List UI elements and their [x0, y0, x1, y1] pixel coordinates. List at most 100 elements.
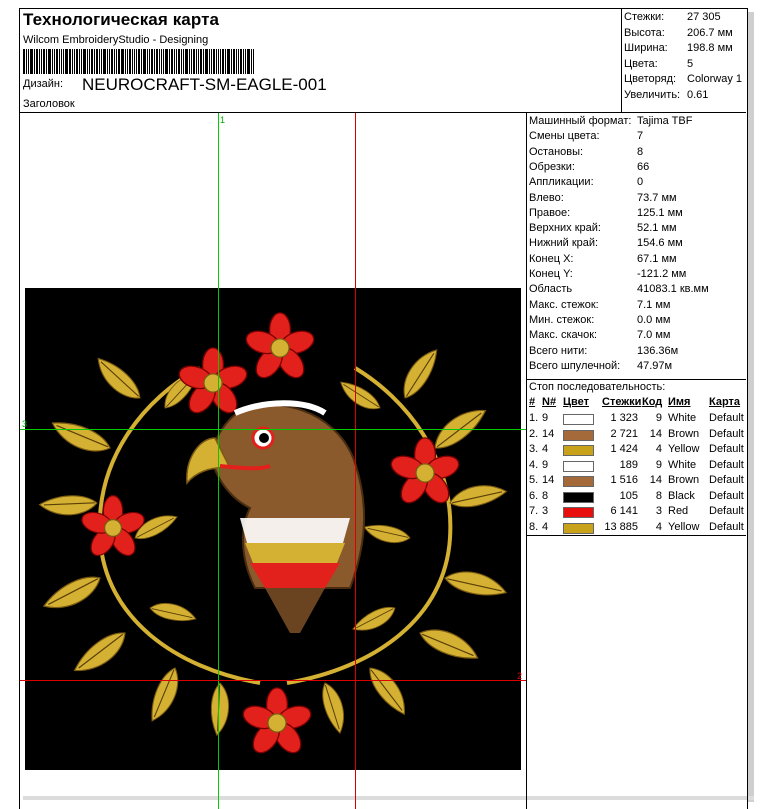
stat-label: Всего шпулечной: — [529, 359, 621, 372]
page-title: Технологическая карта — [23, 10, 220, 29]
design-label: Дизайн: — [23, 78, 64, 90]
stat-label: Всего нити: — [529, 344, 588, 357]
stop-num: 4. — [529, 458, 539, 471]
stat-value: -121.2 мм — [637, 268, 687, 280]
stat-value: 154.6 мм — [637, 237, 683, 250]
stop-name: Brown — [668, 427, 700, 440]
stat-row: Нижний край: 154.6 мм — [527, 237, 746, 252]
design-preview: 1 2 3 — [20, 113, 527, 809]
stat-label: Обрезки: — [529, 160, 575, 173]
stop-chart: Default — [709, 427, 744, 440]
stop-needle: 9 — [542, 458, 549, 471]
stat-label: Правое: — [529, 206, 571, 219]
stop-stitches: 105 — [619, 489, 638, 502]
stat-row: Область 41083.1 кв.мм — [527, 283, 746, 298]
stat-row: Всего шпулечной: 47.97м — [527, 360, 746, 375]
stat-value: 7.1 мм — [637, 298, 671, 311]
color-swatch — [563, 507, 594, 518]
stop-needle: 8 — [542, 489, 549, 502]
col-n: N# — [542, 396, 557, 408]
barcode — [23, 49, 255, 74]
stat-row: Аппликации: 0 — [527, 176, 746, 191]
stop-num: 5. — [529, 474, 539, 486]
stat-label: Область — [529, 283, 573, 296]
worksheet-page: Технологическая карта Wilcom EmbroideryS… — [19, 8, 748, 809]
stop-code: 14 — [649, 427, 662, 440]
stop-stitches: 13 885 — [604, 520, 638, 533]
stop-name: Black — [668, 489, 695, 502]
stat-row: Всего нити: 136.36м — [527, 345, 746, 360]
stat-label: Конец Y: — [529, 268, 573, 280]
page-shadow-right — [748, 12, 754, 802]
stat-row: Машинный формат: Tajima TBF — [527, 115, 746, 130]
info-value: Colorway 1 — [687, 73, 743, 85]
stat-row: Конец X: 67.1 мм — [527, 253, 746, 268]
stop-row: 4. 9 189 9 White Default — [527, 459, 746, 474]
stop-sequence: Стоп последовательность: # N# Цвет Стежк… — [527, 379, 746, 536]
stat-label: Остановы: — [529, 145, 584, 158]
info-label: Цветоряд: — [624, 73, 677, 85]
stop-needle: 9 — [542, 412, 549, 424]
stop-chart: Default — [709, 520, 744, 533]
stop-chart: Default — [709, 443, 744, 455]
stop-chart: Default — [709, 505, 744, 517]
info-label: Цвета: — [624, 57, 658, 70]
stop-stitches: 1 424 — [610, 443, 638, 455]
stat-value: 136.36м — [637, 344, 679, 357]
stop-chart: Default — [709, 474, 744, 486]
info-value: 206.7 мм — [687, 26, 733, 39]
stop-num: 2. — [529, 427, 539, 440]
guide-marker-1: 1 — [220, 115, 226, 125]
stop-code: 8 — [655, 489, 662, 502]
stat-row: Обрезки: 66 — [527, 161, 746, 176]
stop-num: 8. — [529, 520, 539, 533]
embroidery-artwork — [25, 288, 521, 770]
stop-row: 3. 4 1 424 4 Yellow Default — [527, 443, 746, 458]
stop-code: 9 — [655, 458, 662, 471]
stat-label: Аппликации: — [529, 176, 594, 189]
stop-code: 14 — [649, 474, 662, 486]
stat-value: 125.1 мм — [637, 206, 683, 219]
color-swatch — [563, 414, 594, 425]
summary-info: Стежки: 27 305 Высота: 206.7 мм Ширина: 198.8… — [622, 9, 746, 113]
stop-chart: Default — [709, 412, 744, 424]
stat-row: Макс. скачок: 7.0 мм — [527, 329, 746, 344]
stat-value: 47.97м — [637, 359, 673, 372]
stat-value: 52.1 мм — [637, 222, 677, 235]
stop-needle: 4 — [542, 520, 549, 533]
stat-label: Верхних край: — [529, 222, 601, 235]
stat-value: 66 — [637, 160, 650, 173]
info-value: 27 305 — [687, 11, 721, 23]
color-swatch — [563, 429, 594, 441]
col-code: Код — [642, 396, 663, 408]
stop-name: White — [668, 458, 697, 471]
stat-value: 0 — [637, 176, 644, 189]
color-swatch — [563, 445, 594, 456]
stop-row: 6. 8 105 8 Black Default — [527, 490, 746, 505]
stop-stitches: 2 721 — [610, 427, 638, 440]
stop-name: Brown — [668, 474, 700, 486]
stop-chart: Default — [709, 489, 744, 502]
col-name: Имя — [668, 396, 691, 408]
color-swatch — [563, 476, 594, 487]
eagle-head — [186, 400, 366, 633]
stop-code: 4 — [655, 443, 662, 455]
stat-value: 8 — [637, 145, 644, 158]
stop-table-header: # N# Цвет Стежки Код Имя Карта — [527, 396, 746, 411]
info-label: Стежки: — [624, 11, 665, 23]
eagle-wreath-image — [38, 312, 510, 759]
guide-marker-2: 2 — [517, 671, 523, 681]
design-name: NEUROCRAFT-SM-EAGLE-001 — [82, 75, 327, 94]
heading-label: Заголовок — [23, 98, 75, 110]
stop-stitches: 189 — [619, 458, 638, 471]
stop-row: 5. 14 1 516 14 Brown Default — [527, 474, 746, 489]
stop-num: 7. — [529, 505, 539, 517]
stop-code: 9 — [655, 412, 662, 424]
stop-stitches: 1 516 — [610, 474, 638, 486]
info-label: Высота: — [624, 26, 665, 39]
col-color: Цвет — [563, 396, 590, 408]
stat-label: Конец X: — [529, 252, 574, 265]
stat-row: Макс. стежок: 7.1 мм — [527, 299, 746, 314]
stop-row: 2. 14 2 721 14 Brown Default — [527, 428, 746, 443]
stop-needle: 14 — [542, 474, 555, 486]
